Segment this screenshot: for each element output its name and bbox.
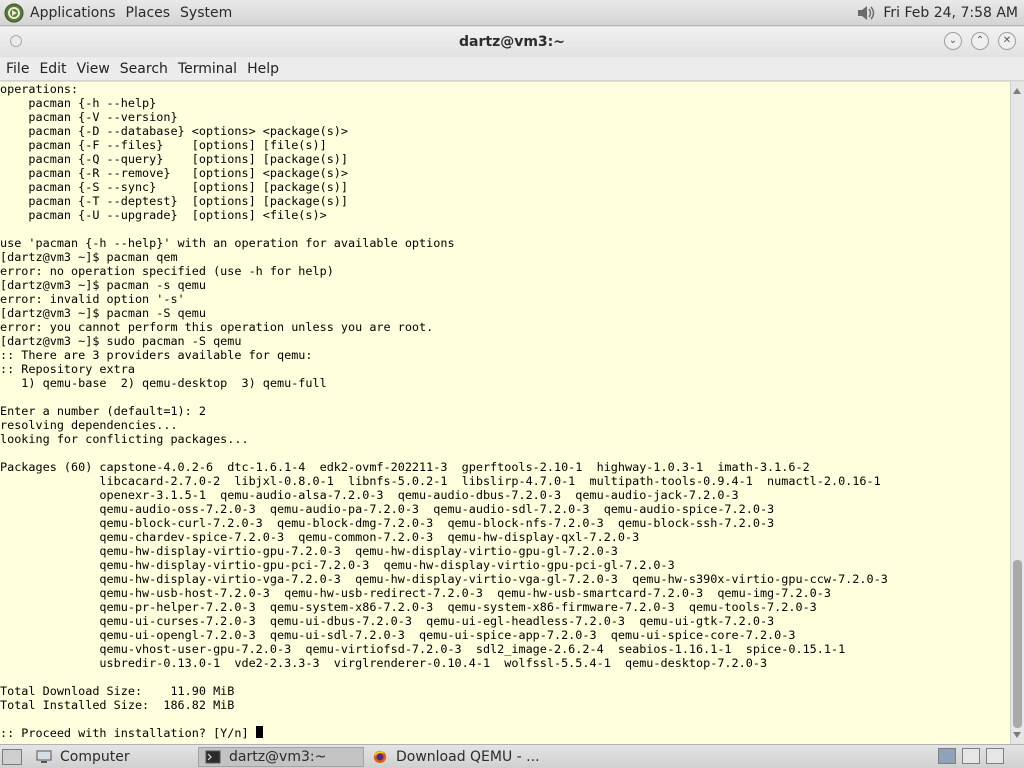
terminal-line: looking for conflicting packages... [0,432,249,446]
terminal-line: qemu-hw-display-virtio-gpu-7.2.0-3 qemu-… [0,544,618,558]
task-firefox[interactable]: Download QEMU - ... [366,747,546,767]
terminal-line: pacman {-U --upgrade} [options] <file(s)… [0,208,327,222]
workspace-2[interactable] [962,748,980,764]
terminal-line: Packages (60) capstone-4.0.2-6 dtc-1.6.1… [0,460,810,474]
terminal-line: pacman {-h --help} [0,96,157,110]
terminal-menubar: File Edit View Search Terminal Help [0,57,1024,81]
terminal-line: Enter a number (default=1): 2 [0,404,206,418]
menu-search[interactable]: Search [120,61,168,77]
terminal-line: qemu-block-curl-7.2.0-3 qemu-block-dmg-7… [0,516,775,530]
menu-file[interactable]: File [6,61,29,77]
terminal-line: error: no operation specified (use -h fo… [0,264,334,278]
terminal-line: use 'pacman {-h --help}' with an operati… [0,236,455,250]
terminal-line: Total Download Size: 11.90 MiB [0,684,235,698]
show-desktop-icon[interactable] [2,749,22,765]
terminal-line: :: Proceed with installation? [Y/n] [0,726,1010,740]
terminal-line: 1) qemu-base 2) qemu-desktop 3) qemu-ful… [0,376,327,390]
task-label: Computer [60,749,130,765]
close-icon[interactable]: ✕ [998,32,1016,50]
terminal-line: resolving dependencies... [0,418,178,432]
task-label: dartz@vm3:~ [229,749,327,765]
maximize-icon[interactable]: ⌃ [971,32,989,50]
terminal-scrollbar[interactable] [1010,82,1024,744]
terminal-line: error: invalid option '-s' [0,292,185,306]
terminal-line: usbredir-0.13.0-1 vde2-2.3.3-3 virglrend… [0,656,768,670]
computer-icon [36,750,52,763]
terminal-line: [dartz@vm3 ~]$ pacman -S qemu [0,306,206,320]
terminal-line: qemu-hw-display-virtio-vga-7.2.0-3 qemu-… [0,572,888,586]
bottom-panel: Computer dartz@vm3:~ Download QEMU - ... [0,744,1024,768]
terminal-line: Total Installed Size: 186.82 MiB [0,698,235,712]
terminal-line: [dartz@vm3 ~]$ pacman -s qemu [0,278,206,292]
menu-view[interactable]: View [77,61,110,77]
menu-terminal[interactable]: Terminal [178,61,237,77]
terminal-line: pacman {-F --files} [options] [file(s)] [0,138,327,152]
terminal-line: pacman {-V --version} [0,110,178,124]
terminal-line: :: There are 3 providers available for q… [0,348,313,362]
terminal-line: error: you cannot perform this operation… [0,320,434,334]
panel-clock[interactable]: Fri Feb 24, 7:58 AM [883,5,1018,21]
task-label: Download QEMU - ... [396,749,540,765]
window-titlebar[interactable]: dartz@vm3:~ ⌄ ⌃ ✕ [0,27,1024,57]
terminal-lines: operations: pacman {-h --help} pacman {-… [0,82,1010,740]
menu-help[interactable]: Help [247,61,279,77]
window-title: dartz@vm3:~ [459,34,565,50]
terminal-output[interactable]: operations: pacman {-h --help} pacman {-… [0,82,1010,744]
terminal-line: pacman {-T --deptest} [options] [package… [0,194,349,208]
terminal-line: pacman {-D --database} <options> <packag… [0,124,349,138]
terminal-line: operations: [0,82,79,96]
terminal-icon [205,750,221,764]
panel-right: Fri Feb 24, 7:58 AM [855,0,1018,26]
terminal-line: pacman {-S --sync} [options] [package(s)… [0,180,349,194]
volume-icon[interactable] [855,3,877,23]
menu-places[interactable]: Places [126,5,171,21]
terminal-line: qemu-audio-oss-7.2.0-3 qemu-audio-pa-7.2… [0,502,775,516]
terminal-line: [dartz@vm3 ~]$ pacman qem [0,250,178,264]
distro-logo-icon[interactable] [4,3,24,23]
terminal-line: libcacard-2.7.0-2 libjxl-0.8.0-1 libnfs-… [0,474,881,488]
task-terminal[interactable]: dartz@vm3:~ [198,747,364,767]
scroll-up-icon[interactable] [1013,88,1021,94]
terminal-line: qemu-hw-usb-host-7.2.0-3 qemu-hw-usb-red… [0,586,831,600]
terminal-line: openexr-3.1.5-1 qemu-audio-alsa-7.2.0-3 … [0,488,739,502]
workspace-1[interactable] [938,748,956,764]
menu-edit[interactable]: Edit [39,61,66,77]
top-panel: Applications Places System Fri Feb 24, 7… [0,0,1024,26]
terminal-line: [dartz@vm3 ~]$ sudo pacman -S qemu [0,334,242,348]
terminal-line: :: Repository extra [0,362,135,376]
menu-applications[interactable]: Applications [30,5,116,21]
terminal-line: qemu-vhost-user-gpu-7.2.0-3 qemu-virtiof… [0,642,846,656]
terminal-line: pacman {-Q --query} [options] [package(s… [0,152,349,166]
terminal-line: qemu-chardev-spice-7.2.0-3 qemu-common-7… [0,530,640,544]
terminal-line: qemu-ui-curses-7.2.0-3 qemu-ui-dbus-7.2.… [0,614,775,628]
workspace-3[interactable] [986,748,1004,764]
terminal-cursor [255,726,263,738]
menu-system[interactable]: System [180,5,232,21]
firefox-icon [373,750,387,764]
terminal-line: qemu-ui-opengl-7.2.0-3 qemu-ui-sdl-7.2.0… [0,628,796,642]
task-computer[interactable]: Computer [30,747,192,767]
minimize-icon[interactable]: ⌄ [944,32,962,50]
panel-menus: Applications Places System [4,0,242,26]
terminal-line: pacman {-R --remove} [options] <package(… [0,166,349,180]
terminal-line: qemu-hw-display-virtio-gpu-pci-7.2.0-3 q… [0,558,675,572]
scrollbar-thumb[interactable] [1013,560,1022,728]
scroll-down-icon[interactable] [1013,732,1021,738]
terminal-line: qemu-pr-helper-7.2.0-3 qemu-system-x86-7… [0,600,817,614]
